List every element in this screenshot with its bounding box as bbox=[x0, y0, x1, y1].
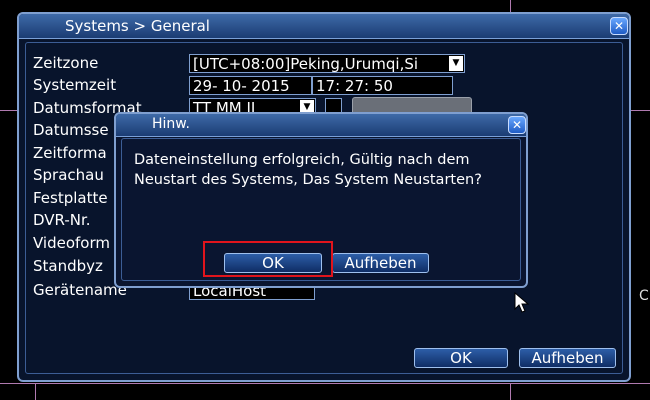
label-date-separator: Datumsse bbox=[33, 121, 109, 139]
time-value: 17: 27: 50 bbox=[316, 77, 393, 95]
window-titlebar: Systems > General ✕ bbox=[19, 14, 629, 39]
background-edge-text: C bbox=[639, 288, 649, 304]
label-dvr-number: DVR-Nr. bbox=[33, 211, 91, 229]
grid-line bbox=[510, 0, 511, 12]
window-close-button[interactable]: ✕ bbox=[610, 17, 628, 35]
grid-line bbox=[0, 110, 17, 111]
time-field[interactable]: 17: 27: 50 bbox=[312, 76, 453, 95]
date-value: 29- 10- 2015 bbox=[193, 77, 290, 95]
cancel-button[interactable]: Aufheben bbox=[519, 348, 616, 368]
dialog-titlebar: Hinw. ✕ bbox=[116, 114, 526, 137]
dialog-close-button[interactable]: ✕ bbox=[508, 116, 526, 134]
label-language: Sprachau bbox=[33, 166, 104, 184]
window-title: Systems > General bbox=[65, 17, 210, 35]
dialog-message: Dateneinstellung erfolgreich, Gültig nac… bbox=[134, 152, 482, 188]
grid-line bbox=[35, 383, 36, 400]
grid-line bbox=[510, 383, 511, 400]
ok-button[interactable]: OK bbox=[414, 348, 508, 368]
label-hard-disk: Festplatte bbox=[33, 189, 108, 207]
label-timezone: Zeitzone bbox=[33, 54, 99, 72]
mouse-pointer-icon bbox=[514, 292, 530, 313]
date-field[interactable]: 29- 10- 2015 bbox=[189, 76, 312, 95]
label-standby: Standbyz bbox=[33, 257, 103, 275]
label-device-name: Gerätename bbox=[33, 281, 127, 299]
label-video-format: Videoform bbox=[33, 234, 110, 252]
timezone-select[interactable]: [UTC+08:00]Peking,Urumqi,Si ▼ bbox=[189, 54, 465, 73]
label-time-format: Zeitforma bbox=[33, 144, 107, 162]
timezone-value: [UTC+08:00]Peking,Urumqi,Si bbox=[193, 55, 419, 73]
grid-line bbox=[0, 383, 650, 384]
dialog-title: Hinw. bbox=[152, 116, 190, 132]
ok-highlight-box bbox=[203, 241, 333, 277]
dialog-cancel-button[interactable]: Aufheben bbox=[332, 253, 429, 273]
grid-line bbox=[631, 110, 650, 111]
chevron-down-icon: ▼ bbox=[449, 56, 463, 71]
label-system-time: Systemzeit bbox=[33, 76, 117, 94]
